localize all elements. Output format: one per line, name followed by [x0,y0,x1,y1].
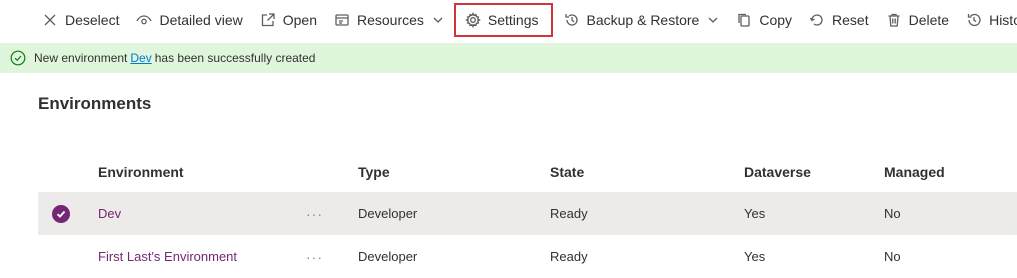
table-header: Environment Type State Dataverse Managed [38,152,1017,192]
environment-link[interactable]: First Last's Environment [98,235,237,278]
reset-label: Reset [832,12,869,28]
open-external-icon [259,11,277,29]
delete-label: Delete [908,12,950,28]
backup-restore-button[interactable]: Backup & Restore [559,4,724,36]
column-header-environment[interactable]: Environment [98,152,184,192]
checkmark-circle-icon [10,50,26,66]
table-row[interactable]: Dev ··· Developer Ready Yes No [38,192,1017,235]
managed-cell: No [884,206,901,221]
column-header-state[interactable]: State [550,152,584,192]
deselect-button[interactable]: Deselect [37,4,123,36]
settings-label: Settings [487,12,539,28]
type-cell: Developer [358,249,418,264]
backup-restore-label: Backup & Restore [586,12,700,28]
resources-button[interactable]: Resources [329,4,448,36]
history-icon [965,11,983,29]
copy-button[interactable]: Copy [731,4,796,36]
page-title: Environments [38,94,152,113]
dataverse-cell: Yes [744,206,766,221]
managed-cell: No [884,249,901,264]
history-button[interactable]: History [961,4,1017,36]
column-header-type[interactable]: Type [358,152,390,192]
close-icon [41,11,59,29]
banner-environment-link[interactable]: Dev [130,51,151,65]
settings-button[interactable]: Settings [453,3,553,37]
resources-label: Resources [356,12,424,28]
checkmark-icon [52,204,70,223]
environments-table: Environment Type State Dataverse Managed… [38,152,1017,278]
resources-icon [333,11,351,29]
type-cell: Developer [358,206,418,221]
reset-icon [808,11,826,29]
trash-icon [885,11,903,29]
gear-icon [464,11,482,29]
backup-icon [563,11,581,29]
copy-label: Copy [759,12,793,28]
detailed-view-button[interactable]: Detailed view [131,4,246,36]
reset-button[interactable]: Reset [804,4,873,36]
open-button[interactable]: Open [255,4,321,36]
chevron-down-icon [432,14,444,26]
deselect-label: Deselect [65,12,120,28]
column-header-managed[interactable]: Managed [884,152,945,192]
more-options-icon[interactable]: ··· [306,192,323,235]
banner-prefix: New environment [34,51,128,65]
banner-suffix: has been successfully created [154,51,316,65]
command-bar: Deselect Detailed view Open Resources Se… [0,0,1017,40]
copy-icon [735,11,753,29]
table-row[interactable]: First Last's Environment ··· Developer R… [38,235,1017,278]
dataverse-cell: Yes [744,249,766,264]
open-label: Open [282,12,317,28]
detailed-view-label: Detailed view [159,12,243,28]
state-cell: Ready [550,249,588,264]
success-banner: New environment Dev has been successfull… [0,43,1017,73]
state-cell: Ready [550,206,588,221]
environment-link[interactable]: Dev [98,192,121,235]
delete-button[interactable]: Delete [881,4,953,36]
chevron-down-icon [707,14,719,26]
history-label: History [989,12,1017,28]
eye-icon [135,11,153,29]
column-header-dataverse[interactable]: Dataverse [744,152,811,192]
more-options-icon[interactable]: ··· [306,235,323,278]
row-select-checkbox[interactable] [52,192,70,235]
